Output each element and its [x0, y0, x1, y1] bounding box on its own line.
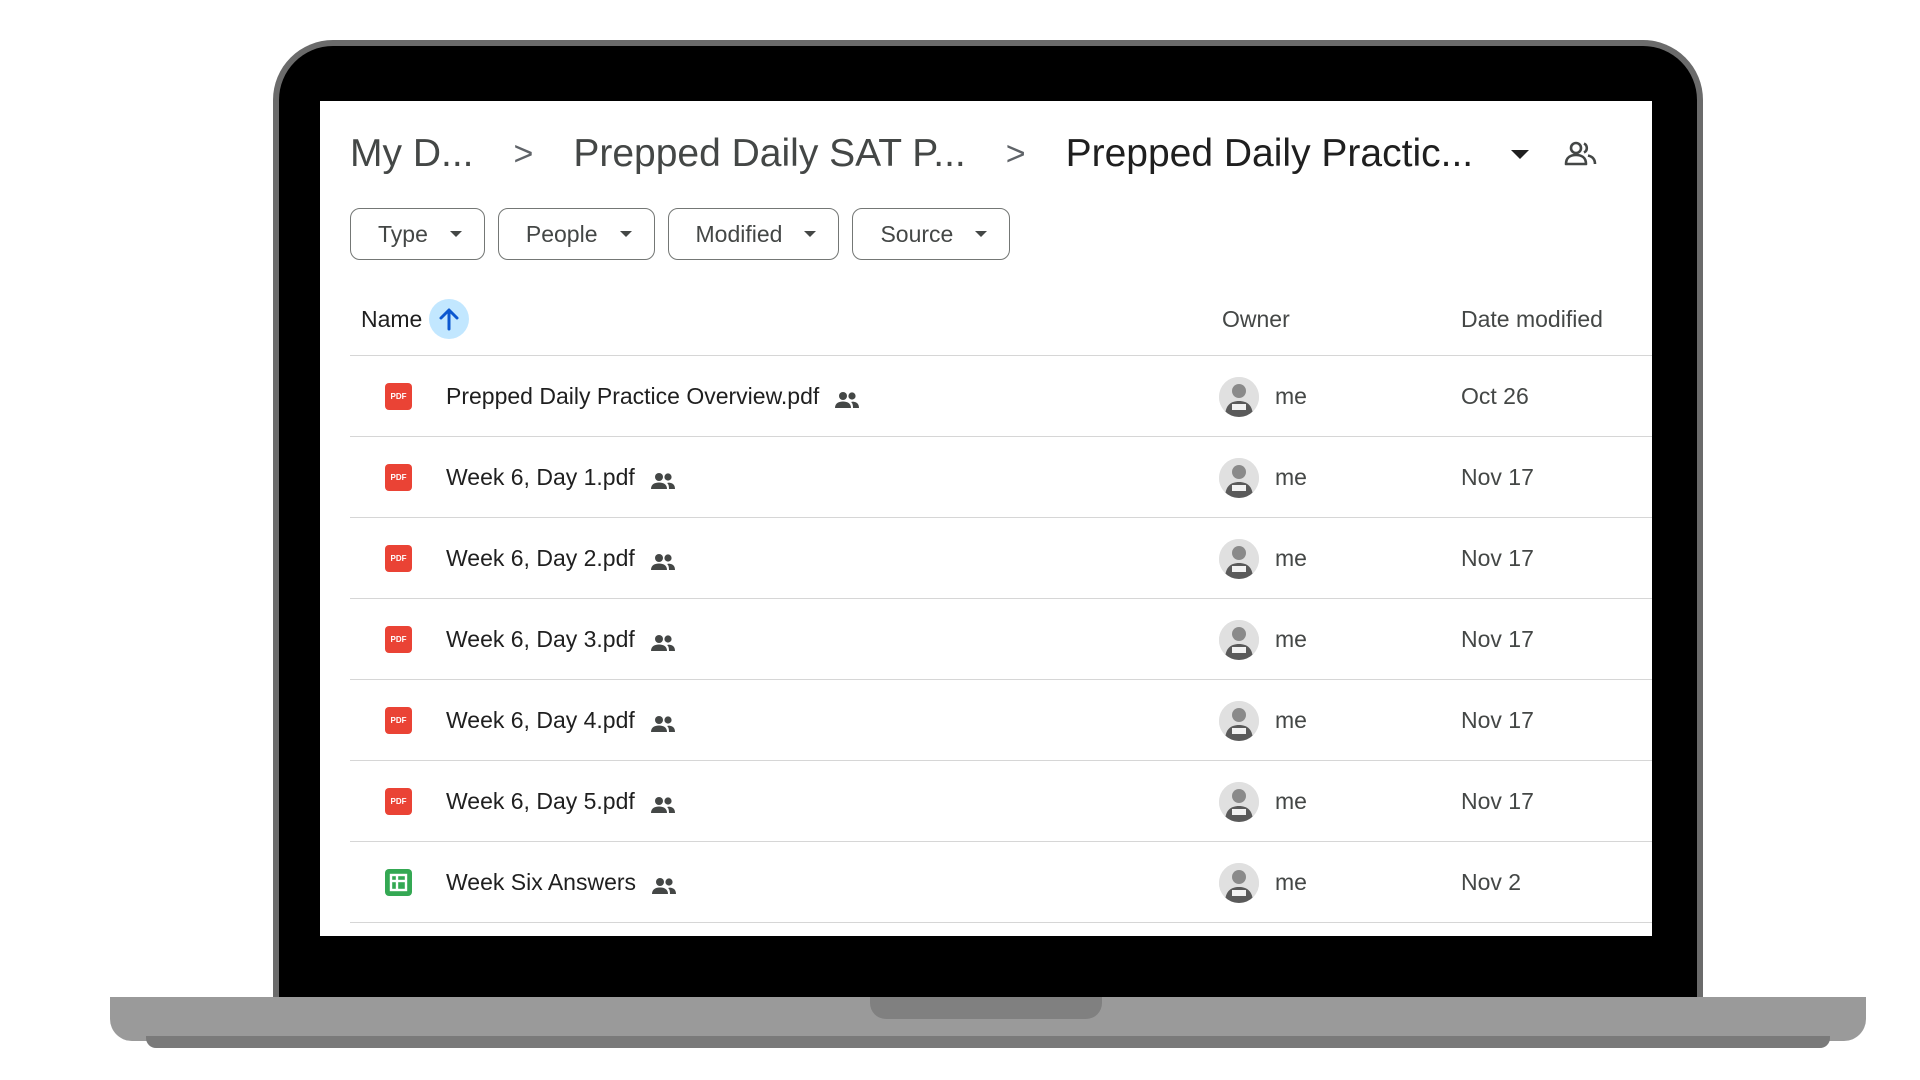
laptop-notch [870, 997, 1102, 1019]
file-list: Name Owner Date modified PDF Prepped Dail… [350, 283, 1652, 923]
caret-down-icon [804, 231, 817, 237]
stage: My D... > Prepped Daily SAT P... > Prepp… [0, 0, 1920, 1080]
chevron-right-icon: > [513, 134, 534, 173]
filter-type-button[interactable]: Type [350, 208, 485, 260]
file-name-cell[interactable]: Week 6, Day 1.pdf [446, 437, 676, 518]
file-row[interactable]: PDF Week 6, Day 4.pdf me Nov 17 [350, 680, 1652, 761]
google-sheets-icon [385, 869, 412, 896]
filter-people-label: People [525, 220, 598, 247]
filter-source-button[interactable]: Source [852, 208, 1011, 260]
column-header-name-label: Name [361, 305, 423, 332]
shared-people-icon [650, 793, 676, 813]
owner-avatar [1219, 863, 1259, 903]
caret-down-icon [975, 231, 988, 237]
date-modified: Nov 17 [1461, 464, 1534, 490]
filter-source-label: Source [880, 220, 954, 247]
owner-name: me [1275, 707, 1307, 733]
pdf-file-icon: PDF [385, 788, 412, 815]
owner-name: me [1275, 788, 1307, 814]
column-header-owner[interactable]: Owner [1222, 283, 1290, 355]
breadcrumb: My D... > Prepped Daily SAT P... > Prepp… [350, 119, 1598, 189]
file-name: Week 6, Day 2.pdf [446, 545, 635, 571]
pdf-file-icon: PDF [385, 707, 412, 734]
file-name-cell[interactable]: Week Six Answers [446, 842, 677, 923]
date-modified: Nov 17 [1461, 788, 1534, 814]
pdf-file-icon: PDF [385, 383, 412, 410]
caret-down-icon [449, 231, 462, 237]
file-name-cell[interactable]: Prepped Daily Practice Overview.pdf [446, 356, 860, 437]
date-modified: Nov 17 [1461, 626, 1534, 652]
sort-direction-button[interactable] [429, 299, 470, 339]
shared-people-icon [650, 631, 676, 651]
filter-type-label: Type [378, 220, 428, 247]
file-name-cell[interactable]: Week 6, Day 5.pdf [446, 761, 676, 842]
owner-avatar [1219, 701, 1259, 741]
filter-modified-button[interactable]: Modified [667, 208, 840, 260]
shared-people-icon [650, 469, 676, 489]
shared-users-icon[interactable] [1564, 140, 1598, 168]
file-name: Week 6, Day 3.pdf [446, 626, 635, 652]
owner-name: me [1275, 869, 1307, 895]
column-header-name[interactable]: Name [361, 283, 470, 355]
file-row[interactable]: Week Six Answers me Nov 2 [350, 842, 1652, 923]
file-list-header: Name Owner Date modified [350, 283, 1652, 356]
file-name: Prepped Daily Practice Overview.pdf [446, 383, 820, 409]
date-modified: Nov 17 [1461, 707, 1534, 733]
drive-screen: My D... > Prepped Daily SAT P... > Prepp… [320, 101, 1652, 936]
file-name: Week 6, Day 5.pdf [446, 788, 635, 814]
file-name-cell[interactable]: Week 6, Day 3.pdf [446, 599, 676, 680]
pdf-file-icon: PDF [385, 545, 412, 572]
breadcrumb-item-current-folder[interactable]: Prepped Daily Practic... [1066, 132, 1474, 176]
owner-avatar [1219, 458, 1259, 498]
chevron-right-icon: > [1005, 134, 1026, 173]
shared-people-icon [651, 874, 677, 894]
filter-chips: Type People Modified Source [350, 208, 1011, 260]
date-modified: Nov 17 [1461, 545, 1534, 571]
owner-name: me [1275, 545, 1307, 571]
shared-people-icon [650, 712, 676, 732]
laptop-base-shadow [146, 1036, 1830, 1048]
file-row[interactable]: PDF Week 6, Day 2.pdf me Nov 17 [350, 518, 1652, 599]
owner-avatar [1219, 620, 1259, 660]
date-modified: Nov 2 [1461, 869, 1522, 895]
file-name-cell[interactable]: Week 6, Day 2.pdf [446, 518, 676, 599]
owner-name: me [1275, 383, 1307, 409]
file-row[interactable]: PDF Week 6, Day 3.pdf me Nov 17 [350, 599, 1652, 680]
pdf-file-icon: PDF [385, 464, 412, 491]
filter-modified-label: Modified [695, 220, 783, 247]
file-name: Week 6, Day 1.pdf [446, 464, 635, 490]
owner-name: me [1275, 626, 1307, 652]
file-name: Week Six Answers [446, 869, 637, 895]
pdf-file-icon: PDF [385, 626, 412, 653]
date-modified: Oct 26 [1461, 383, 1529, 409]
owner-avatar [1219, 377, 1259, 417]
file-row[interactable]: PDF Week 6, Day 5.pdf me Nov 17 [350, 761, 1652, 842]
breadcrumb-item-my-drive[interactable]: My D... [350, 132, 474, 176]
file-name: Week 6, Day 4.pdf [446, 707, 635, 733]
caret-down-icon [619, 231, 632, 237]
filter-people-button[interactable]: People [497, 208, 655, 260]
column-header-date-modified[interactable]: Date modified [1461, 283, 1603, 355]
file-row[interactable]: PDF Prepped Daily Practice Overview.pdf me… [350, 356, 1652, 437]
shared-people-icon [834, 388, 860, 408]
breadcrumb-item-parent-folder[interactable]: Prepped Daily SAT P... [573, 132, 965, 176]
owner-avatar [1219, 782, 1259, 822]
shared-people-icon [650, 550, 676, 570]
arrow-up-icon [439, 308, 459, 331]
owner-avatar [1219, 539, 1259, 579]
owner-name: me [1275, 464, 1307, 490]
folder-actions-dropdown-icon[interactable] [1511, 149, 1530, 159]
file-name-cell[interactable]: Week 6, Day 4.pdf [446, 680, 676, 761]
file-row[interactable]: PDF Week 6, Day 1.pdf me Nov 17 [350, 437, 1652, 518]
file-rows: PDF Prepped Daily Practice Overview.pdf me… [350, 356, 1652, 923]
